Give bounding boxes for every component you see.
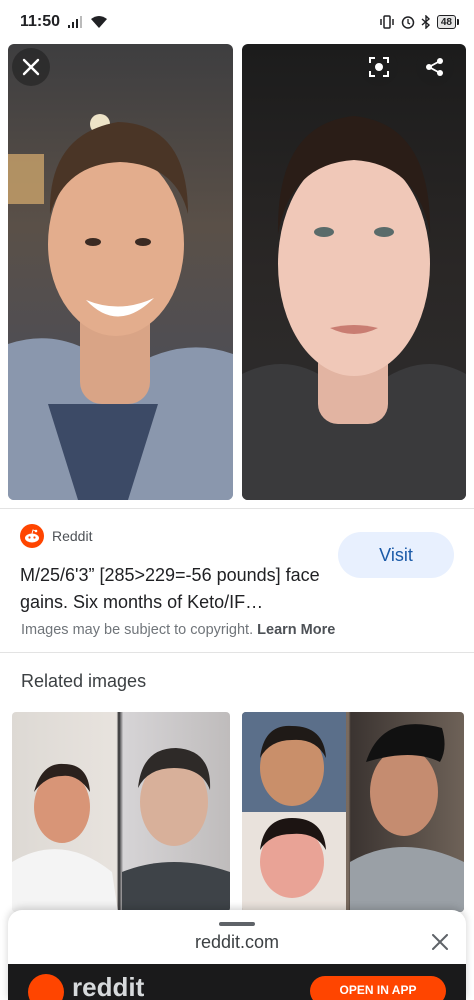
status-bar: 11:50 48	[0, 0, 474, 44]
related-image-1-illustration	[12, 748, 230, 912]
status-time: 11:50	[20, 13, 61, 30]
copyright-notice: Images may be subject to copyright. Lear…	[21, 622, 335, 638]
related-image-2[interactable]	[242, 712, 464, 912]
related-images-grid	[0, 712, 474, 922]
sheet-close-button[interactable]	[428, 930, 452, 954]
related-image-2-illustration	[242, 712, 464, 912]
source-info: Reddit M/25/6'3” [285>229=-56 pounds] fa…	[20, 524, 460, 616]
site-preview: reddit OPEN IN APP	[8, 964, 466, 1000]
open-in-app-button[interactable]: OPEN IN APP	[310, 976, 446, 1000]
related-image-1[interactable]	[12, 712, 230, 912]
status-left: 11:50	[20, 13, 108, 31]
copyright-text: Images may be subject to copyright.	[21, 622, 254, 638]
sheet-url: reddit.com	[194, 932, 280, 952]
bottom-sheet[interactable]: reddit.com reddit OPEN IN APP	[8, 910, 466, 1000]
bluetooth-icon	[421, 15, 430, 29]
preview-brand: reddit	[72, 972, 145, 1000]
image-title[interactable]: M/25/6'3” [285>229=-56 pounds] face gain…	[20, 562, 320, 616]
after-photo[interactable]	[242, 44, 466, 500]
after-photo-illustration	[242, 116, 466, 500]
before-photo[interactable]	[8, 44, 233, 500]
signal-icon	[68, 16, 83, 28]
share-button[interactable]	[416, 48, 454, 86]
wifi-icon	[91, 16, 108, 28]
close-icon	[22, 58, 40, 76]
alarm-icon	[401, 16, 415, 29]
share-icon	[426, 58, 443, 76]
lens-icon	[369, 57, 389, 77]
divider-middle	[0, 652, 474, 653]
vibrate-icon	[380, 15, 394, 29]
close-icon	[432, 934, 448, 950]
sheet-drag-handle[interactable]	[219, 922, 255, 926]
lens-search-button[interactable]	[360, 48, 398, 86]
battery-indicator: 48	[436, 15, 460, 29]
visit-button[interactable]: Visit	[338, 532, 454, 578]
before-photo-illustration	[8, 114, 233, 500]
learn-more-link[interactable]: Learn More	[257, 622, 335, 638]
divider-top	[0, 508, 474, 509]
status-right: 48	[379, 15, 460, 29]
reddit-logo-icon	[20, 524, 44, 548]
related-images-heading: Related images	[21, 671, 147, 691]
preview-reddit-logo-icon	[28, 974, 64, 1000]
image-viewer	[0, 44, 474, 502]
source-name: Reddit	[52, 528, 93, 544]
close-viewer-button[interactable]	[12, 48, 50, 86]
